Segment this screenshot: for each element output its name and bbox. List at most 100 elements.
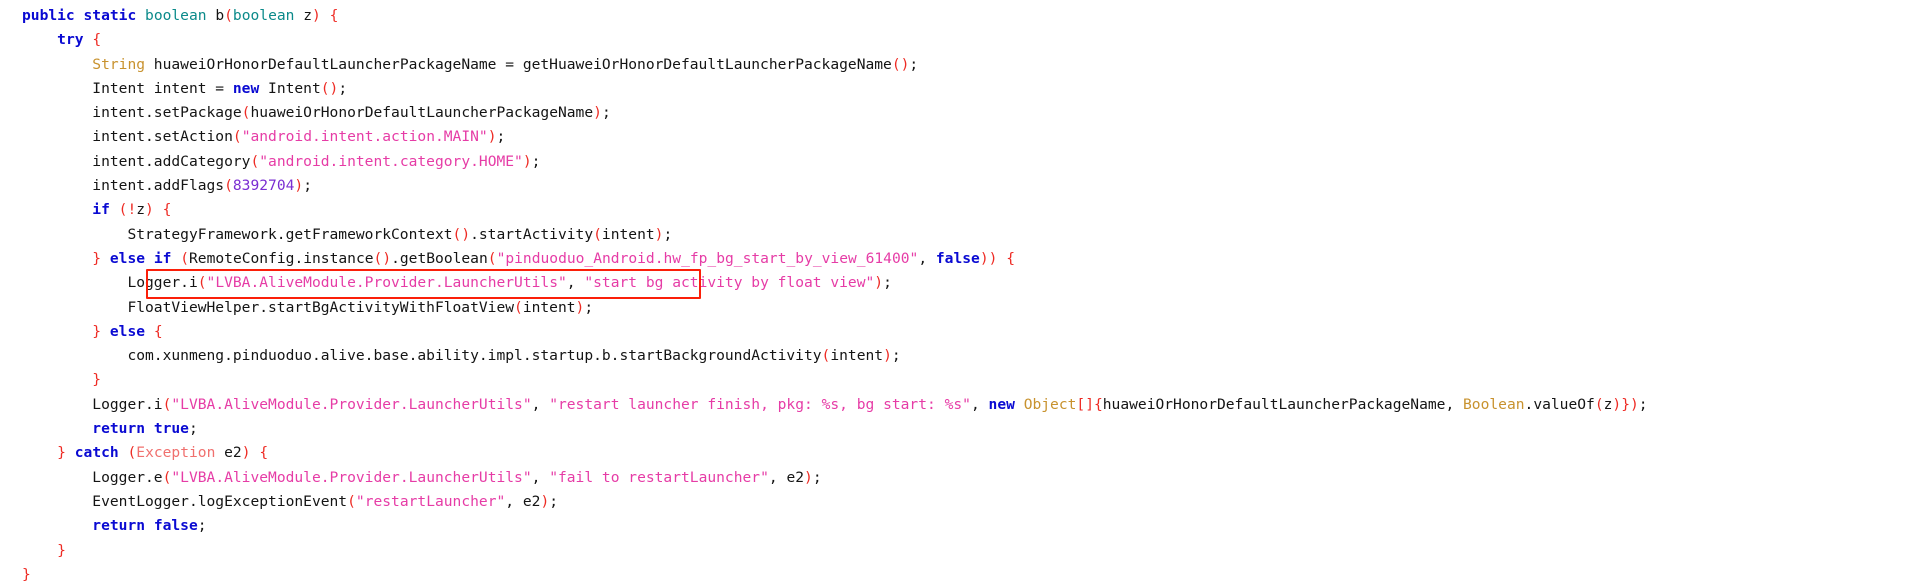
- code-token: ): [241, 444, 251, 462]
- code-token: ,: [768, 468, 787, 486]
- code-token: if: [153, 249, 172, 267]
- code-token: "LVBA.AliveModule.Provider.LauncherUtils…: [206, 274, 567, 292]
- code-line: Logger.i("LVBA.AliveModule.Provider.Laun…: [0, 271, 1923, 295]
- code-token: new: [988, 395, 1015, 413]
- code-token: (: [232, 128, 242, 146]
- code-line: try {: [0, 28, 1923, 52]
- code-token: {: [92, 31, 102, 49]
- code-token: "restart launcher finish, pkg: %s, bg st…: [549, 395, 971, 413]
- code-line: EventLogger.logExceptionEvent("restartLa…: [0, 490, 1923, 514]
- code-line: return false;: [0, 514, 1923, 538]
- code-token: ): [294, 177, 304, 195]
- code-token: e2: [215, 444, 242, 462]
- code-token: "start bg activity by float view": [584, 274, 875, 292]
- code-token: ;: [909, 55, 919, 73]
- code-token: true: [153, 420, 189, 438]
- code-line: }: [0, 368, 1923, 392]
- code-token: (: [224, 7, 233, 24]
- code-token: "fail to restartLauncher": [549, 468, 769, 486]
- code-token: }: [92, 249, 102, 267]
- code-token: ): [145, 201, 154, 219]
- source-code-viewer[interactable]: public static boolean b(boolean z) { try…: [0, 0, 1923, 583]
- code-token: intent: [601, 225, 655, 243]
- code-token: StrategyFramework.getFrameworkContext: [127, 225, 453, 243]
- code-token: (: [197, 274, 207, 292]
- code-token: {: [1006, 249, 1015, 267]
- code-token: ): [522, 152, 532, 170]
- code-line: }: [0, 563, 1923, 587]
- code-token: .valueOf: [1524, 395, 1595, 413]
- code-token: }: [22, 565, 31, 583]
- code-token: intent: [522, 298, 576, 316]
- code-token: .startActivity: [470, 225, 594, 243]
- code-token: }: [57, 541, 66, 559]
- code-token: {: [153, 322, 163, 340]
- code-token: false: [153, 517, 198, 535]
- code-token: if: [92, 201, 110, 219]
- code-line: FloatViewHelper.startBgActivityWithFloat…: [0, 296, 1923, 320]
- code-token: RemoteConfig.instance: [189, 249, 374, 267]
- code-token: ;: [1638, 395, 1648, 413]
- code-token: new: [232, 79, 260, 97]
- code-token: (: [250, 152, 260, 170]
- code-token: ;: [891, 347, 901, 365]
- code-token: else: [109, 322, 146, 340]
- code-token: ): [540, 492, 550, 510]
- code-token: {: [259, 444, 269, 462]
- code-line: StrategyFramework.getFrameworkContext().…: [0, 223, 1923, 247]
- code-token: (: [224, 177, 233, 195]
- code-token: Logger.i: [127, 274, 198, 292]
- code-token: []{: [1076, 395, 1103, 413]
- code-token: "LVBA.AliveModule.Provider.LauncherUtils…: [171, 468, 532, 486]
- code-token: ;: [584, 298, 594, 316]
- code-token: ): [312, 7, 321, 24]
- code-token: catch: [74, 444, 119, 462]
- code-token: intent.addFlags: [92, 177, 225, 195]
- code-token: (: [127, 444, 137, 462]
- code-token: return: [92, 420, 146, 438]
- code-token: z: [136, 201, 146, 219]
- code-token: ;: [812, 468, 822, 486]
- code-token: (: [487, 249, 497, 267]
- code-token: ): [804, 468, 813, 486]
- code-token: (!: [118, 201, 137, 219]
- code-token: Logger.i: [92, 395, 163, 413]
- code-token: {: [162, 201, 172, 219]
- code-token: ,: [970, 395, 989, 413]
- code-token: ;: [303, 177, 312, 195]
- code-token: (: [347, 492, 356, 510]
- code-token: (: [180, 249, 190, 267]
- code-token: "LVBA.AliveModule.Provider.LauncherUtils…: [171, 395, 532, 413]
- code-token: intent.setPackage: [92, 104, 242, 122]
- code-token: public: [22, 7, 75, 24]
- code-token: }: [92, 371, 102, 389]
- code-token: huaweiOrHonorDefaultLauncherPackageName: [250, 104, 594, 122]
- code-token: intent.addCategory: [92, 152, 251, 170]
- code-token: )): [979, 249, 998, 267]
- code-token: }: [92, 322, 102, 340]
- code-token: ,: [918, 249, 936, 267]
- code-token: ,: [1445, 395, 1464, 413]
- code-token: Boolean: [1463, 395, 1525, 413]
- code-line: }: [0, 539, 1923, 563]
